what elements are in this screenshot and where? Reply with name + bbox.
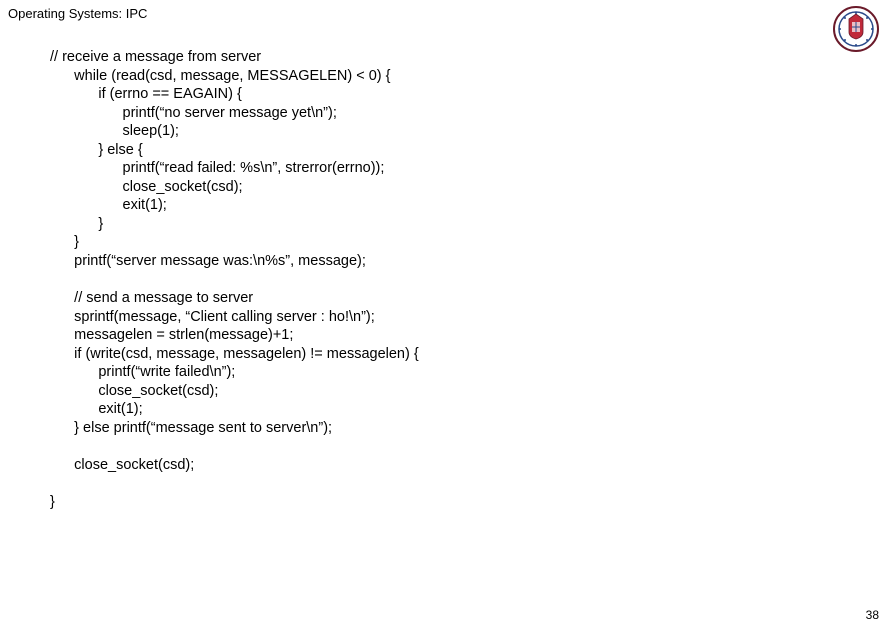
page-number: 38	[866, 608, 879, 622]
code-line: messagelen = strlen(message)+1;	[50, 327, 293, 343]
university-crest-icon	[831, 4, 881, 54]
code-line: // receive a message from server	[50, 49, 261, 65]
code-line: }	[50, 216, 103, 232]
code-line: close_socket(csd);	[50, 179, 243, 195]
code-line: close_socket(csd);	[50, 457, 194, 473]
slide-header: Operating Systems: IPC	[8, 6, 147, 21]
code-line: }	[50, 234, 79, 250]
code-listing: // receive a message from server while (…	[50, 48, 419, 512]
slide-title: Operating Systems: IPC	[8, 6, 147, 21]
code-line: sleep(1);	[50, 123, 179, 139]
code-line: // send a message to server	[50, 290, 253, 306]
code-line: }	[50, 494, 55, 510]
code-line: close_socket(csd);	[50, 383, 218, 399]
code-line: exit(1);	[50, 401, 143, 417]
code-line: printf(“server message was:\n%s”, messag…	[50, 253, 366, 269]
code-line: printf(“no server message yet\n”);	[50, 105, 337, 121]
code-line: while (read(csd, message, MESSAGELEN) < …	[50, 68, 390, 84]
code-line: printf(“read failed: %s\n”, strerror(err…	[50, 160, 384, 176]
code-line: exit(1);	[50, 197, 167, 213]
code-line: } else printf(“message sent to server\n”…	[50, 420, 332, 436]
code-line: sprintf(message, “Client calling server …	[50, 309, 375, 325]
code-line: } else {	[50, 142, 143, 158]
code-line: if (errno == EAGAIN) {	[50, 86, 242, 102]
code-line: if (write(csd, message, messagelen) != m…	[50, 346, 419, 362]
code-line: printf(“write failed\n”);	[50, 364, 235, 380]
